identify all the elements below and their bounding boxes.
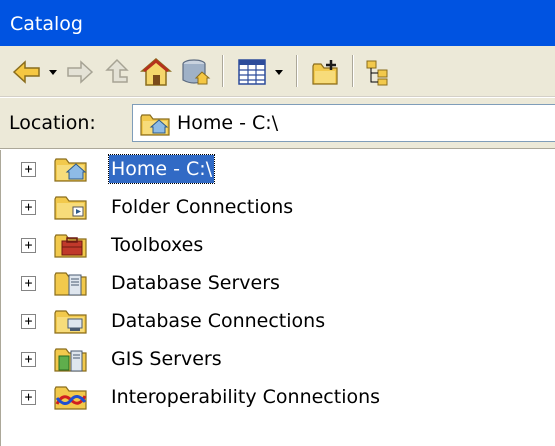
interoperability-icon bbox=[53, 382, 89, 416]
toolbar-separator bbox=[352, 55, 354, 87]
tree-item-toolboxes[interactable]: + Toolboxes bbox=[1, 226, 555, 264]
tree-item-database-connections[interactable]: + Database Connections bbox=[1, 302, 555, 340]
tree-item-label: Interoperability Connections bbox=[111, 386, 381, 408]
tree-item-label: Toolboxes bbox=[111, 234, 204, 256]
toolbox-icon bbox=[53, 230, 89, 264]
catalog-tree: + Home - C:\ + Folder Connections + Tool… bbox=[0, 150, 555, 446]
view-button[interactable] bbox=[234, 56, 270, 88]
database-servers-icon bbox=[53, 268, 89, 302]
toolbar-separator bbox=[222, 55, 224, 87]
expand-toggle[interactable]: + bbox=[21, 314, 36, 329]
tree-item-label: GIS Servers bbox=[111, 348, 222, 370]
back-dropdown-button[interactable] bbox=[46, 56, 60, 88]
database-connections-icon bbox=[53, 306, 89, 340]
geodatabase-home-icon bbox=[182, 59, 211, 85]
location-bar: Location: Home - C:\ bbox=[0, 98, 555, 149]
tree-item-label: Database Servers bbox=[111, 272, 280, 294]
dropdown-arrow-icon bbox=[275, 70, 283, 75]
expand-toggle[interactable]: + bbox=[21, 200, 36, 215]
up-level-icon bbox=[105, 58, 129, 83]
expand-toggle[interactable]: + bbox=[21, 352, 36, 367]
home-folder-icon bbox=[139, 111, 171, 141]
tree-item-home[interactable]: + Home - C:\ bbox=[1, 150, 555, 188]
default-geodatabase-button[interactable] bbox=[178, 56, 214, 88]
table-view-icon bbox=[238, 59, 266, 85]
home-icon bbox=[140, 58, 172, 86]
tree-item-label: Folder Connections bbox=[111, 196, 294, 218]
tree-item-gis-servers[interactable]: + GIS Servers bbox=[1, 340, 555, 378]
folder-connections-icon bbox=[53, 192, 89, 226]
expand-toggle[interactable]: + bbox=[21, 238, 36, 253]
window-title: Catalog bbox=[10, 13, 83, 35]
location-value: Home - C:\ bbox=[177, 112, 279, 134]
dropdown-arrow-icon bbox=[49, 70, 57, 75]
connect-folder-icon bbox=[312, 60, 338, 85]
tree-item-database-servers[interactable]: + Database Servers bbox=[1, 264, 555, 302]
expand-toggle[interactable]: + bbox=[21, 162, 36, 177]
title-bar: Catalog bbox=[0, 0, 555, 46]
tree-item-folder-connections[interactable]: + Folder Connections bbox=[1, 188, 555, 226]
forward-button[interactable] bbox=[64, 56, 96, 88]
location-label: Location: bbox=[9, 112, 96, 134]
view-dropdown-button[interactable] bbox=[272, 56, 286, 88]
location-field[interactable]: Home - C:\ bbox=[132, 104, 555, 142]
back-button[interactable] bbox=[10, 56, 44, 88]
back-arrow-icon bbox=[12, 60, 40, 84]
expand-toggle[interactable]: + bbox=[21, 390, 36, 405]
toolbar bbox=[0, 46, 555, 97]
tree-item-interoperability-connections[interactable]: + Interoperability Connections bbox=[1, 378, 555, 416]
connect-folder-button[interactable] bbox=[308, 56, 344, 88]
up-level-button[interactable] bbox=[100, 56, 134, 88]
gis-servers-icon bbox=[53, 344, 89, 378]
tree-item-label: Home - C:\ bbox=[107, 154, 216, 184]
tree-item-label: Database Connections bbox=[111, 310, 326, 332]
toggle-contents-button[interactable] bbox=[362, 56, 396, 88]
forward-arrow-icon bbox=[67, 60, 94, 84]
home-button[interactable] bbox=[138, 56, 174, 88]
expand-toggle[interactable]: + bbox=[21, 276, 36, 291]
home-folder-icon bbox=[53, 154, 89, 188]
toolbar-separator bbox=[296, 55, 298, 87]
tree-toggle-icon bbox=[366, 60, 388, 86]
